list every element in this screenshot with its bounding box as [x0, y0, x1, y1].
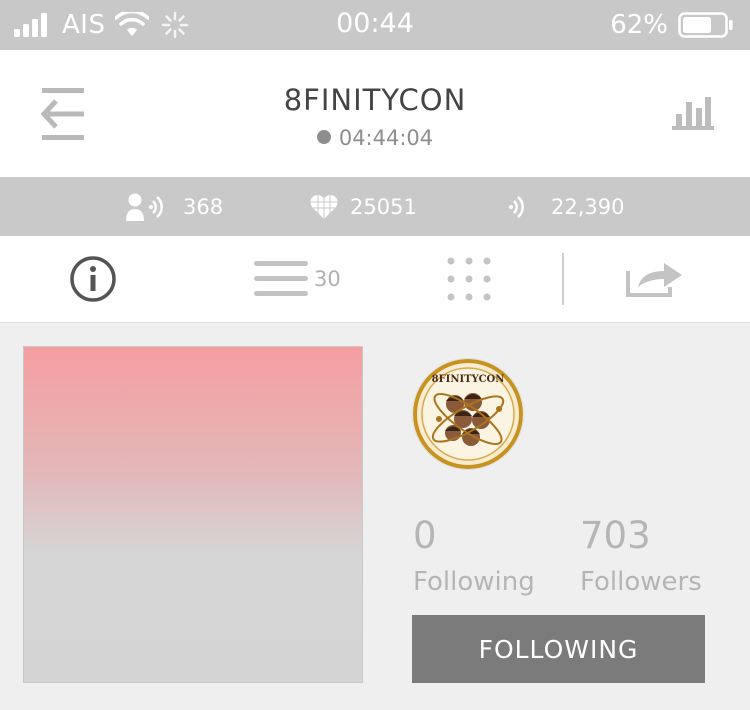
viewers-count: 368 [183, 194, 224, 219]
tab-grid[interactable] [446, 236, 492, 322]
tab-info[interactable] [69, 236, 117, 322]
battery-icon [678, 12, 733, 38]
following-count: 0 [413, 514, 437, 557]
status-right: 62% [610, 9, 734, 41]
avatar-logo-text: 8FINITYCON [431, 374, 505, 385]
battery-percent: 62% [610, 10, 668, 40]
followers-count: 703 [580, 514, 651, 557]
tab-list[interactable]: 30 [254, 236, 341, 322]
viewers-stat: 368 [125, 177, 223, 236]
info-icon [70, 256, 116, 302]
header: 8FINITYCON 04:44:04 [0, 50, 750, 177]
broadcast-icon [509, 195, 524, 218]
share-icon [626, 263, 682, 297]
list-icon [254, 261, 308, 296]
stats-bar: 368 25051 22,390 [0, 177, 750, 236]
followers-label[interactable]: Followers [580, 567, 702, 597]
tab-share[interactable] [626, 236, 686, 322]
page-title: 8FINITYCON [283, 83, 467, 117]
heart-icon [310, 193, 338, 220]
list-count: 30 [314, 267, 341, 291]
tab-bar: 30 [0, 236, 750, 323]
grid-icon [447, 257, 491, 301]
hearts-stat: 25051 [310, 177, 417, 236]
status-bar: AIS 00:44 62% [0, 0, 750, 50]
bar-chart-icon [672, 97, 714, 130]
tab-divider [562, 253, 564, 305]
live-dot-icon [316, 130, 331, 144]
following-label[interactable]: Following [413, 567, 535, 597]
avatar[interactable]: 8FINITYCON [413, 359, 523, 469]
broadcasts-stat: 22,390 [505, 177, 624, 236]
following-button[interactable]: FOLLOWING [412, 615, 705, 683]
live-duration: 04:44:04 [0, 126, 750, 150]
viewer-icon [126, 193, 163, 221]
live-duration-text: 04:44:04 [338, 126, 434, 150]
cover-image [23, 346, 363, 683]
broadcasts-count: 22,390 [551, 194, 625, 219]
stats-button[interactable] [672, 94, 714, 130]
hearts-count: 25051 [350, 194, 417, 219]
